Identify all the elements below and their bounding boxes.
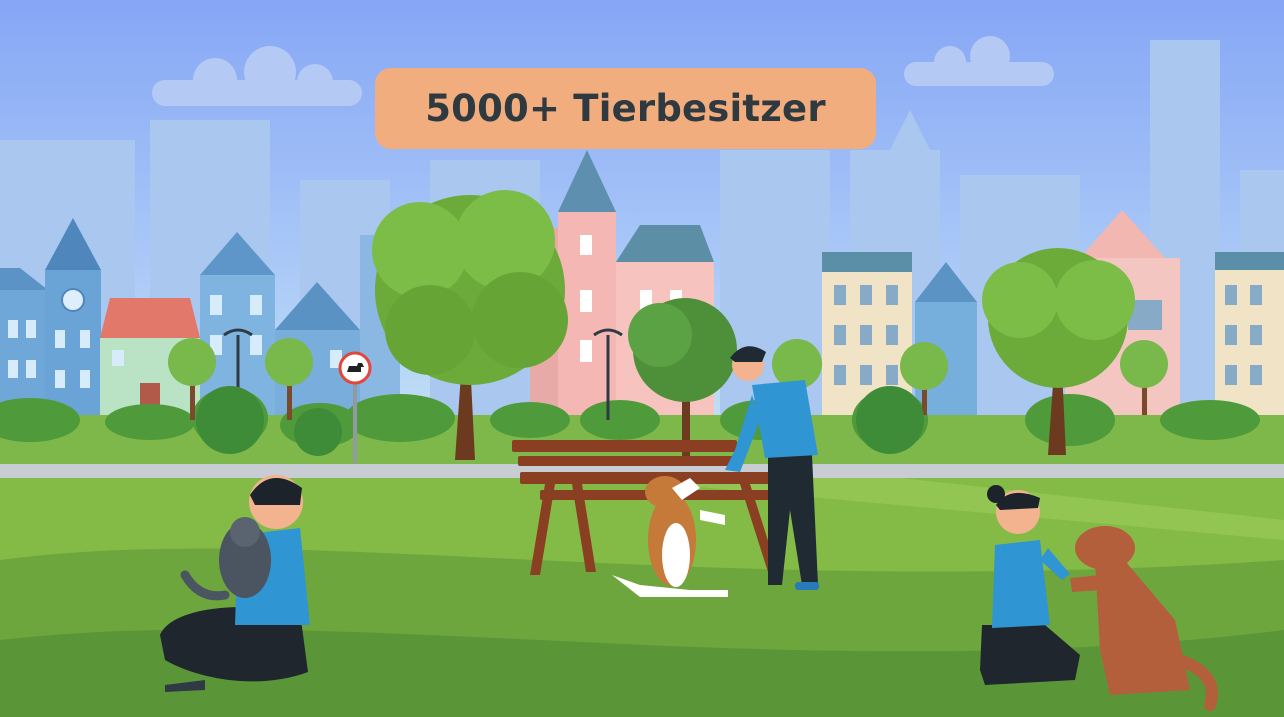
stats-banner: 5000+ Tierbesitzer xyxy=(375,68,876,149)
lawn xyxy=(0,478,1284,717)
banner-title: 5000+ Tierbesitzer xyxy=(425,87,826,130)
park-scene: 5000+ Tierbesitzer xyxy=(0,0,1284,717)
